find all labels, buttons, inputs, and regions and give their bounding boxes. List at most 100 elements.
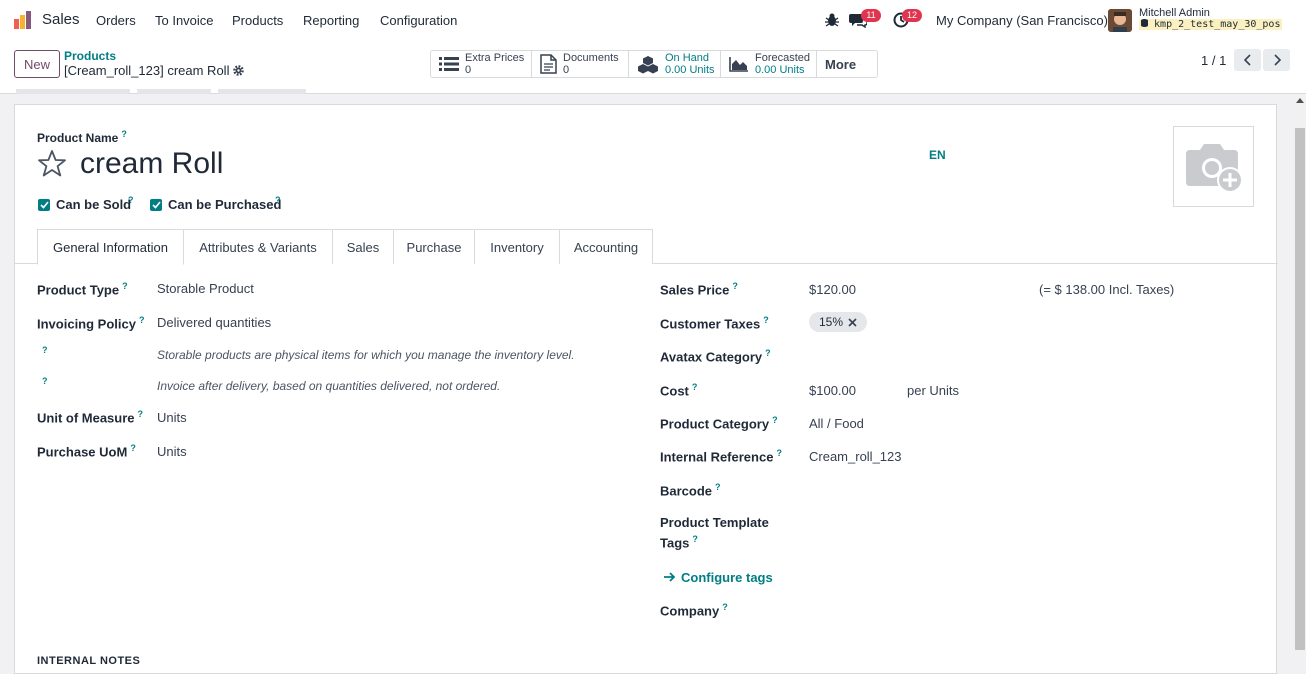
notebook-tabs: General Information Attributes & Variant…	[15, 229, 1278, 265]
help-tooltip-icon[interactable]: ?	[275, 195, 281, 205]
tab-inventory[interactable]: Inventory	[474, 229, 560, 264]
status-button-ghost	[16, 89, 130, 94]
help-tooltip-icon[interactable]: ?	[776, 448, 782, 458]
product-name-input[interactable]: cream Roll	[80, 147, 223, 181]
user-avatar[interactable]	[1108, 9, 1132, 32]
document-icon	[540, 54, 557, 74]
messages-badge: 11	[861, 9, 881, 22]
scrollbar-thumb[interactable]	[1295, 128, 1305, 650]
help-tooltip-icon[interactable]: ?	[42, 345, 48, 355]
extra-prices-button[interactable]: Extra Prices 0	[431, 51, 532, 77]
menu-products[interactable]: Products	[232, 13, 283, 28]
help-tooltip-icon[interactable]: ?	[765, 348, 771, 358]
tab-attributes-variants[interactable]: Attributes & Variants	[183, 229, 333, 264]
app-name[interactable]: Sales	[42, 11, 80, 28]
cost-input[interactable]: $100.00	[809, 383, 856, 398]
chevron-left-icon	[1243, 54, 1251, 66]
extra-prices-value: 0	[465, 64, 472, 76]
price-incl-taxes: (= $ 138.00 Incl. Taxes)	[1039, 282, 1175, 297]
tab-general-information[interactable]: General Information	[37, 229, 184, 265]
menu-orders[interactable]: Orders	[96, 13, 136, 28]
documents-value: 0	[563, 64, 570, 76]
menu-configuration[interactable]: Configuration	[380, 13, 457, 28]
template-tags-label-line2: Tags?	[660, 534, 698, 550]
barcode-label: Barcode?	[660, 482, 721, 498]
product-image-upload[interactable]	[1173, 126, 1254, 207]
help-tooltip-icon[interactable]: ?	[732, 281, 738, 291]
purchase-uom-label-text: Purchase UoM	[37, 444, 128, 460]
more-label: More	[825, 56, 857, 72]
on-hand-value: 0.00 Units	[665, 64, 715, 76]
language-button[interactable]: EN	[929, 148, 946, 162]
product-type-label-text: Product Type	[37, 282, 120, 298]
help-tooltip-icon[interactable]: ?	[42, 376, 48, 386]
company-switcher[interactable]: My Company (San Francisco)	[936, 13, 1108, 28]
extra-prices-label: Extra Prices	[465, 52, 525, 64]
documents-button[interactable]: Documents 0	[532, 51, 629, 77]
menu-reporting[interactable]: Reporting	[303, 13, 359, 28]
cubes-icon	[638, 55, 658, 73]
pager-value[interactable]: 1 / 1	[1201, 53, 1226, 68]
pager-next-button[interactable]	[1263, 49, 1290, 71]
forecasted-button[interactable]: Forecasted 0.00 Units	[721, 51, 817, 77]
gear-icon[interactable]	[232, 64, 245, 77]
pager-previous-button[interactable]	[1234, 49, 1261, 71]
help-tooltip-icon[interactable]: ?	[722, 602, 728, 612]
purchase-uom-field[interactable]: Units	[157, 444, 187, 459]
barcode-label-text: Barcode	[660, 483, 713, 499]
help-tooltip-icon[interactable]: ?	[763, 315, 769, 325]
form-sheet: Product Name? cream Roll EN Can be Sold …	[14, 104, 1278, 674]
scroll-up-icon[interactable]	[1296, 97, 1304, 103]
bug-icon[interactable]	[825, 12, 839, 28]
uom-label-text: Unit of Measure	[37, 410, 135, 426]
uom-field[interactable]: Units	[157, 410, 187, 425]
more-button[interactable]: More	[817, 51, 877, 77]
checkmark-icon	[151, 201, 161, 209]
breadcrumb-products[interactable]: Products	[64, 49, 116, 63]
help-tooltip-icon[interactable]: ?	[128, 195, 134, 205]
remove-tag-icon[interactable]	[848, 317, 857, 327]
company-label: Company?	[660, 602, 728, 618]
product-category-label-text: Product Category	[660, 416, 770, 432]
configure-tags-link[interactable]: Configure tags	[681, 570, 773, 585]
avatax-category-label: Avatax Category?	[660, 348, 771, 364]
help-tooltip-icon[interactable]: ?	[121, 129, 127, 139]
new-button[interactable]: New	[14, 50, 60, 78]
product-name-label-text: Product Name	[37, 131, 119, 145]
tab-sales[interactable]: Sales	[332, 229, 394, 264]
invoice-policy-help-text: Invoice after delivery, based on quantit…	[157, 379, 501, 393]
internal-reference-input[interactable]: Cream_roll_123	[809, 449, 902, 464]
product-category-field[interactable]: All / Food	[809, 416, 864, 431]
help-tooltip-icon[interactable]: ?	[122, 281, 128, 291]
menu-to-invoice[interactable]: To Invoice	[155, 13, 214, 28]
can-be-sold-checkbox[interactable]	[38, 199, 50, 211]
user-name[interactable]: Mitchell Admin	[1139, 7, 1210, 19]
help-tooltip-icon[interactable]: ?	[138, 409, 144, 419]
help-tooltip-icon[interactable]: ?	[772, 415, 778, 425]
sales-price-input[interactable]: $120.00	[809, 282, 856, 297]
product-type-select[interactable]: Storable Product	[157, 281, 254, 296]
help-tooltip-icon[interactable]: ?	[139, 315, 145, 325]
can-be-sold-label[interactable]: Can be Sold	[56, 197, 131, 212]
on-hand-button[interactable]: On Hand 0.00 Units	[629, 51, 721, 77]
can-be-purchased-checkbox[interactable]	[150, 199, 162, 211]
company-label-text: Company	[660, 603, 720, 619]
database-name: kmp_2_test_may_30_pos	[1139, 19, 1283, 30]
documents-label: Documents	[563, 52, 619, 64]
help-tooltip-icon[interactable]: ?	[692, 382, 698, 392]
help-tooltip-icon[interactable]: ?	[130, 443, 136, 453]
help-tooltip-icon[interactable]: ?	[715, 482, 721, 492]
cost-label-text: Cost	[660, 383, 689, 399]
tab-accounting[interactable]: Accounting	[559, 229, 653, 264]
invoicing-policy-select[interactable]: Delivered quantities	[157, 315, 271, 330]
sales-price-label-text: Sales Price	[660, 282, 730, 298]
can-be-purchased-label[interactable]: Can be Purchased	[168, 197, 281, 212]
breadcrumb-current: [Cream_roll_123] cream Roll	[64, 63, 230, 78]
tab-purchase[interactable]: Purchase	[393, 229, 475, 264]
forecasted-value: 0.00 Units	[755, 64, 805, 76]
caret-down-icon	[860, 63, 861, 65]
uom-label: Unit of Measure?	[37, 409, 143, 425]
help-tooltip-icon[interactable]: ?	[692, 534, 698, 544]
sales-app-icon[interactable]	[13, 10, 33, 30]
star-favorite-icon[interactable]	[37, 149, 67, 178]
